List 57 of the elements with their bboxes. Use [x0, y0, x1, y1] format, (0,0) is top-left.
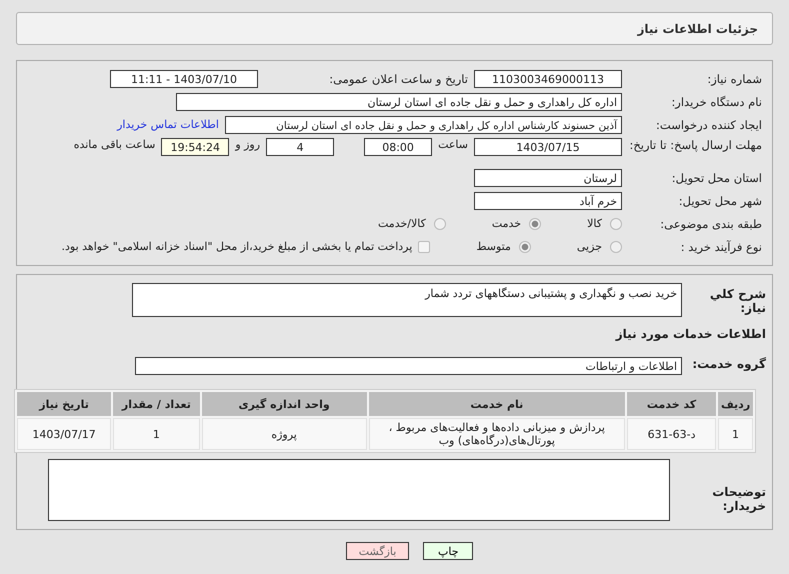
field-label: استان محل تحویل: — [670, 170, 763, 184]
buyer-notes-field[interactable] — [48, 459, 670, 521]
field-label: شماره نیاز: — [706, 72, 763, 86]
city-field: خرم آباد — [474, 192, 622, 210]
announce-date-field: 1403/07/10 - 11:11 — [110, 70, 258, 88]
section-title: اطلاعات خدمات مورد نیاز — [614, 326, 767, 343]
column-header: کد خدمت — [627, 392, 716, 416]
time-label: ساعت — [437, 138, 469, 151]
column-header: ردیف — [718, 392, 753, 416]
days-label: روز و — [234, 138, 262, 151]
radio-label: کالا — [586, 217, 603, 230]
table-cell: 1403/07/17 — [17, 418, 112, 450]
column-header: تعداد / مقدار — [113, 392, 200, 416]
table-cell: 1 — [113, 418, 200, 450]
field-label: شهر محل تحویل: — [678, 194, 763, 208]
table-cell: پردازش و میزبانی داده‌ها و فعالیت‌های مربوط ، پورتال‌های(درگاه‌های) وب — [368, 418, 626, 450]
checkbox[interactable] — [418, 240, 430, 252]
field-label: شرح کلي نياز: — [708, 286, 767, 315]
page-title: جزئیات اطلاعات نیاز — [637, 22, 758, 36]
need-number-field: 1103003469000113 — [474, 70, 622, 88]
column-header: واحد اندازه گیری — [202, 392, 367, 416]
field-label: توضیحات خریدار: — [711, 484, 767, 513]
field-label: مهلت ارسال پاسخ: تا تاریخ: — [628, 138, 763, 152]
radio-label: کالا/خدمت — [377, 217, 427, 230]
radio-button[interactable] — [529, 218, 542, 230]
field-label: گروه خدمت: — [691, 356, 767, 371]
field-label: ایجاد کننده درخواست: — [655, 118, 763, 132]
table-cell: پروژه — [202, 418, 367, 450]
back-button[interactable]: بازگشت — [346, 542, 410, 560]
field-label: نام دستگاه خریدار: — [670, 94, 763, 108]
buyer-contact-link[interactable]: اطلاعات تماس خریدار — [117, 118, 225, 131]
print-button[interactable]: چاپ — [423, 542, 474, 560]
buyer-org-field: اداره کل راهداری و حمل و نقل جاده ای استان لرستان — [176, 92, 622, 110]
radio-label: جزیی — [576, 240, 603, 253]
radio-button[interactable] — [518, 240, 531, 252]
radio-button[interactable] — [434, 218, 446, 230]
column-header: تاریخ نیاز — [17, 392, 112, 416]
remaining-time-field: 19:54:24 — [161, 138, 230, 156]
deadline-time-field: 08:00 — [364, 138, 432, 156]
requester-field: آذین حسنوند کارشناس اداره کل راهداری و حمل و نقل جاده ای استان لرستان — [225, 116, 622, 134]
table-cell: د-63-631 — [627, 418, 716, 450]
remaining-label: ساعت باقی مانده — [72, 138, 156, 151]
table-cell: 1 — [718, 418, 753, 450]
radio-button[interactable] — [610, 240, 622, 252]
description-field: خرید نصب و نگهداری و پشتیبانی دستگاههای تردد شمار — [132, 283, 682, 317]
days-field: 4 — [266, 138, 334, 156]
radio-label: خدمت — [490, 217, 522, 230]
checkbox-label: پرداخت تمام یا بخشی از مبلغ خرید،از محل "اسناد خزانه اسلامی" خواهد بود. — [60, 240, 414, 253]
field-label: تاریخ و ساعت اعلان عمومی: — [328, 72, 469, 86]
radio-button[interactable] — [610, 218, 622, 230]
deadline-date-field: 1403/07/15 — [474, 138, 622, 156]
field-label: طبقه بندی موضوعی: — [659, 216, 763, 230]
province-field: لرستان — [474, 168, 622, 186]
radio-label: متوسط — [475, 240, 512, 253]
column-header: نام خدمت — [368, 392, 626, 416]
service-group-field: اطلاعات و ارتباطات — [135, 357, 682, 375]
field-label: نوع فرآیند خرید : — [680, 240, 763, 254]
